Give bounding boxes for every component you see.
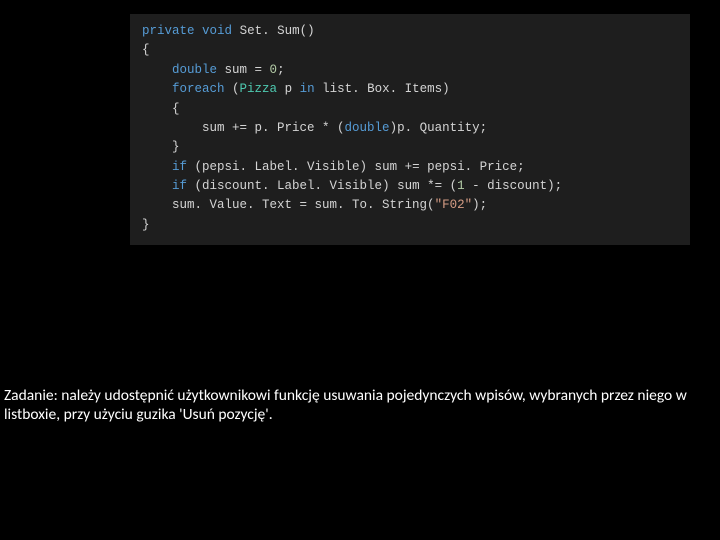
code-text: (pepsi. Label. Visible) sum += pepsi. Pr…: [187, 160, 525, 174]
indent: [142, 198, 172, 212]
string: "F02": [435, 198, 473, 212]
keyword: double: [172, 63, 217, 77]
code-text: list. Box. Items): [315, 82, 450, 96]
code-text: );: [472, 198, 487, 212]
code-line: foreach (Pizza p in list. Box. Items): [142, 80, 678, 99]
code-line: private void Set. Sum(): [142, 22, 678, 41]
code-line: {: [142, 100, 678, 119]
code-text: - discount);: [465, 179, 563, 193]
code-text: sum =: [217, 63, 270, 77]
keyword: double: [345, 121, 390, 135]
code-text: (: [225, 82, 240, 96]
code-text: sum. Value. Text = sum. To. String(: [172, 198, 435, 212]
indent: [142, 160, 172, 174]
keyword: if: [172, 160, 187, 174]
keyword: if: [172, 179, 187, 193]
indent: [142, 63, 172, 77]
indent: [142, 179, 172, 193]
indent: [142, 82, 172, 96]
code-text: sum += p. Price * (: [202, 121, 345, 135]
number: 0: [270, 63, 278, 77]
parens: (): [300, 24, 315, 38]
task-text: Zadanie: należy udostępnić użytkownikowi…: [4, 386, 716, 425]
keyword: void: [202, 24, 232, 38]
code-line: sum += p. Price * (double)p. Quantity;: [142, 119, 678, 138]
semicolon: ;: [277, 63, 285, 77]
code-text: (discount. Label. Visible) sum *= (: [187, 179, 457, 193]
code-text: )p. Quantity;: [390, 121, 488, 135]
code-line: if (discount. Label. Visible) sum *= (1 …: [142, 177, 678, 196]
code-text: p: [277, 82, 300, 96]
code-line: {: [142, 41, 678, 60]
code-block: private void Set. Sum() { double sum = 0…: [130, 14, 690, 245]
code-line: }: [142, 216, 678, 235]
code-line: if (pepsi. Label. Visible) sum += pepsi.…: [142, 158, 678, 177]
code-line: sum. Value. Text = sum. To. String("F02"…: [142, 196, 678, 215]
type: Pizza: [240, 82, 278, 96]
code-line: }: [142, 138, 678, 157]
keyword: in: [300, 82, 315, 96]
method-name: Set. Sum: [240, 24, 300, 38]
number: 1: [457, 179, 465, 193]
keyword: private: [142, 24, 195, 38]
code-line: double sum = 0;: [142, 61, 678, 80]
indent: [142, 121, 202, 135]
keyword: foreach: [172, 82, 225, 96]
